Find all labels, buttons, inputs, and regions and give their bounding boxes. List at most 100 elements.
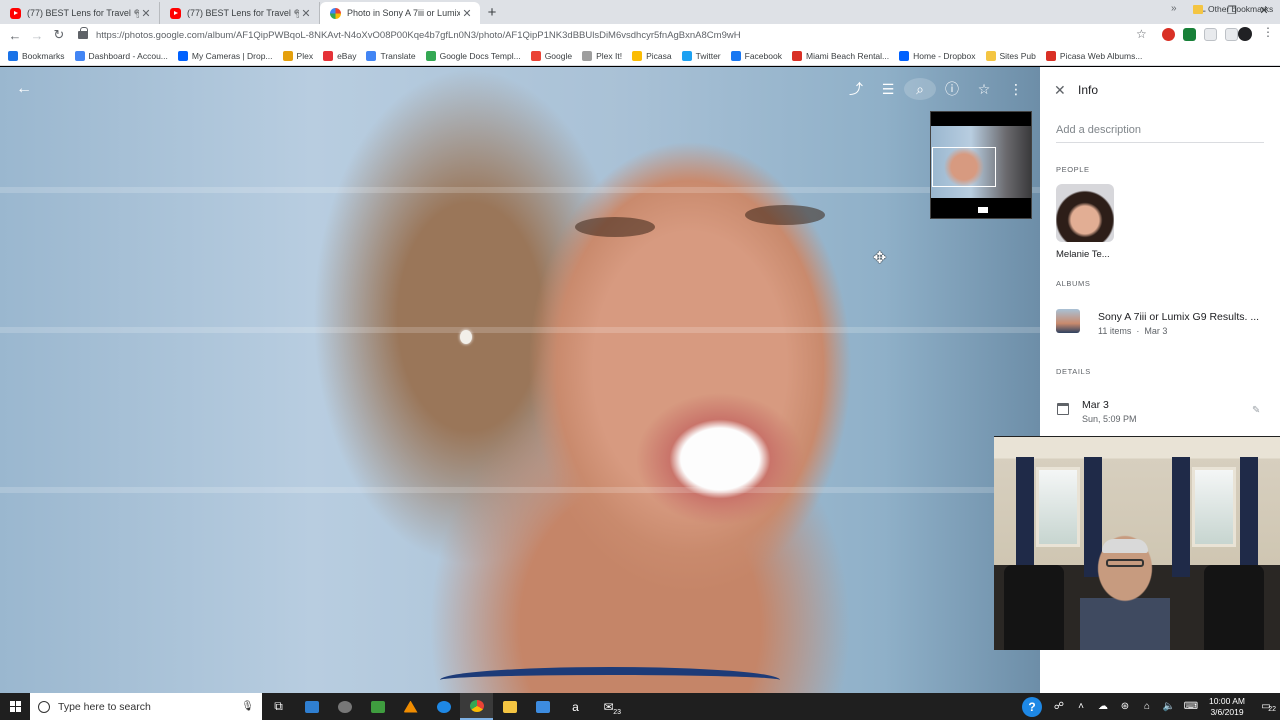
volume-icon[interactable]: 🔈 [1158,701,1180,712]
reload-icon[interactable]: ↻ [48,27,70,43]
bookmark-item[interactable]: Picasa [632,50,672,61]
person-name[interactable]: Melanie Te... [1056,249,1110,260]
people-icon[interactable]: ☍ [1048,701,1070,712]
bookmark-item[interactable]: Sites Pub [985,50,1036,61]
new-tab-button[interactable]: + [480,2,504,24]
navigator-handle[interactable] [978,207,988,213]
other-bookmarks[interactable]: Other bookmarks [1193,4,1273,14]
bookmark-item[interactable]: Picasa Web Albums... [1045,50,1143,61]
file-explorer-icon[interactable] [493,693,526,720]
bookmarks-bar: Bookmarks Dashboard - Accou... My Cameras … [0,46,1280,66]
bookmark-item[interactable]: Google Docs Templ... [425,50,521,61]
pencil-icon[interactable]: ✎ [1252,405,1260,416]
photo-time: Sun, 5:09 PM [1082,414,1137,424]
bookmark-item[interactable]: My Cameras | Drop... [177,50,273,61]
notification-center-icon[interactable]: ▭ 22 [1252,701,1280,713]
bookmark-item[interactable]: Twitter [681,50,721,61]
windows-start-button[interactable] [0,693,30,720]
close-icon[interactable]: ✕ [299,7,313,20]
extension-icon[interactable] [1162,28,1175,41]
vlc-icon[interactable] [394,693,427,720]
app-icon[interactable] [295,693,328,720]
bookmark-item[interactable]: eBay [323,50,356,61]
address-bar[interactable]: https://photos.google.com/album/AF1QipPW… [78,26,1158,44]
tab-strip: (77) BEST Lens for Travel 📽 - Yo ✕ (77) … [0,0,1280,24]
browser-tab-2[interactable]: (77) BEST Lens for Travel 📽 - Yo ✕ [160,2,320,24]
album-thumbnail[interactable] [1056,309,1080,333]
bookmark-favicon-icon [177,50,188,61]
photo-viewer[interactable]: ← ⤴ ☰ ⌕ ⓘ ☆ ⋮ ✥ [0,67,1040,693]
microphone-icon[interactable]: 🎙 [241,701,254,712]
bookmark-favicon-icon [530,50,541,61]
task-view-icon[interactable]: ⧉ [262,693,295,720]
description-input[interactable]: Add a description [1056,124,1264,143]
back-arrow-icon[interactable]: ← [16,80,32,98]
webcam-detail [1106,559,1144,567]
chrome-icon[interactable] [460,693,493,720]
webcam-detail [1240,457,1258,577]
taskbar-clock[interactable]: 10:00 AM 3/6/2019 [1202,696,1252,718]
bookmark-item[interactable]: Plex It! [582,50,622,61]
edit-sliders-icon[interactable]: ☰ [872,78,904,100]
zoom-icon[interactable]: ⌕ [904,78,936,100]
bookmark-star-icon[interactable]: ☆ [1136,27,1147,41]
browser-tab-1[interactable]: (77) BEST Lens for Travel 📽 - Yo ✕ [0,2,160,24]
forward-icon[interactable]: → [26,28,48,43]
extension-icon[interactable] [1225,28,1238,41]
bookmark-label: Picasa Web Albums... [1059,50,1143,61]
webcam-detail [1004,565,1064,650]
mail-icon[interactable]: ✉ 23 [592,693,625,720]
bookmark-item[interactable]: Bookmarks [8,50,65,61]
extensions [1162,28,1238,41]
person-avatar[interactable] [1056,184,1114,242]
info-icon[interactable]: ⓘ [936,78,968,100]
close-icon[interactable]: ✕ [1054,82,1066,99]
panel-title: Info [1078,83,1099,97]
onedrive-icon[interactable]: ☁ [1092,701,1114,712]
extension-icon[interactable] [1183,28,1196,41]
keyboard-icon[interactable]: ⌨ [1180,701,1202,712]
photo-texture [0,187,1040,193]
people-heading: PEOPLE [1056,165,1090,174]
close-icon[interactable]: ✕ [139,7,153,20]
back-icon[interactable]: ← [4,28,26,43]
album-name[interactable]: Sony A 7iii or Lumix G9 Results. ... [1098,311,1259,323]
bookmark-item[interactable]: Home - Dropbox [899,50,976,61]
bookmark-item[interactable]: Google [530,50,572,61]
store-icon[interactable] [526,693,559,720]
bookmark-item[interactable]: Plex [282,50,313,61]
share-icon[interactable]: ⤴ [840,78,872,100]
extension-icon[interactable] [1204,28,1217,41]
viewer-toolbar: ⤴ ☰ ⌕ ⓘ ☆ ⋮ [840,78,1032,100]
chevron-double-right-icon[interactable]: » [1171,3,1177,14]
bookmark-label: My Cameras | Drop... [191,50,273,61]
clock-date: 3/6/2019 [1210,706,1244,717]
photo-detail [745,205,825,225]
chevron-up-icon[interactable]: ˄ [1070,701,1092,712]
favorite-star-icon[interactable]: ☆ [968,78,1000,100]
close-icon[interactable]: ✕ [460,7,474,20]
zoom-navigator[interactable] [930,111,1032,219]
app-icon[interactable] [361,693,394,720]
tray-app-icon[interactable]: ⊛ [1114,701,1136,712]
more-vert-icon[interactable]: ⋮ [1262,25,1274,39]
navigator-viewport[interactable] [932,147,996,187]
details-heading: DETAILS [1056,367,1091,376]
bookmark-item[interactable]: Facebook [730,50,782,61]
folder-icon [1193,4,1203,14]
edge-icon[interactable] [427,693,460,720]
network-icon[interactable]: ⌂ [1136,701,1158,712]
bookmark-item[interactable]: Translate [366,50,416,61]
bookmark-item[interactable]: Miami Beach Rental... [791,50,889,61]
profile-avatar-icon[interactable] [1238,27,1252,41]
browser-tab-3[interactable]: Photo in Sony A 7iii or Lumix G9 ✕ [320,2,480,24]
taskbar-search[interactable]: Type here to search 🎙 [30,693,262,720]
bookmark-item[interactable]: Dashboard - Accou... [74,50,168,61]
more-options-icon[interactable]: ⋮ [1000,78,1032,100]
photo-texture [0,327,1040,333]
amazon-icon[interactable]: a [559,693,592,720]
app-icon[interactable] [328,693,361,720]
help-icon[interactable]: ? [1022,696,1042,717]
youtube-icon [170,7,181,19]
bookmark-favicon-icon [632,50,643,61]
